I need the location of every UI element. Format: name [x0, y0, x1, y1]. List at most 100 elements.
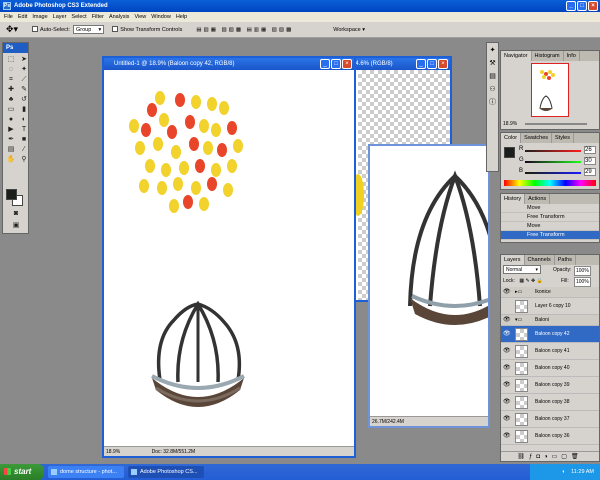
tab-color[interactable]: Color [501, 133, 522, 143]
hand-tool-icon[interactable]: ✋ [5, 155, 17, 164]
visibility-eye-icon[interactable]: 👁 [503, 428, 511, 445]
color-spectrum-bar[interactable] [504, 180, 596, 186]
doc-minimize-button[interactable]: _ [320, 59, 330, 69]
auto-select-checkbox[interactable] [32, 26, 40, 33]
blue-value[interactable]: 29 [584, 168, 596, 176]
path-selection-icon[interactable]: ▶ [5, 125, 17, 134]
history-item-selected[interactable]: Free Transform [501, 231, 599, 240]
new-group-icon[interactable]: ▭ [552, 454, 562, 460]
adjustment-layer-icon[interactable]: ◑ [544, 454, 552, 460]
visibility-eye-icon[interactable]: 👁 [503, 411, 511, 428]
history-item[interactable]: Move [501, 222, 599, 231]
shape-tool-icon[interactable]: ■ [18, 135, 30, 144]
new-layer-icon[interactable]: ▢ [561, 454, 571, 460]
menu-analysis[interactable]: Analysis [109, 12, 129, 22]
close-button[interactable]: × [588, 1, 598, 11]
navigator-zoom[interactable]: 18.9% [503, 121, 517, 127]
move-tool-icon[interactable]: ✥▾ [6, 24, 24, 35]
main-document-window[interactable]: Untitled-1 @ 18.9% (Baloon copy 42, RGB/… [102, 56, 356, 458]
tool-presets-icon[interactable]: ⚒ [487, 58, 498, 69]
history-brush-icon[interactable]: ↺ [18, 95, 30, 104]
doc-back-maximize-button[interactable]: □ [427, 59, 437, 69]
menu-edit[interactable]: Edit [18, 12, 27, 22]
pen-tool-icon[interactable]: ✒ [5, 135, 17, 144]
doc-close-button[interactable]: × [342, 59, 352, 69]
doc-info[interactable]: Doc: 32.8M/551.2M [152, 449, 196, 455]
taskbar-item-active[interactable]: Adobe Photoshop CS... [128, 466, 204, 478]
blue-slider[interactable] [525, 172, 581, 174]
start-button[interactable]: start [0, 464, 44, 480]
fill-value[interactable]: 100% [574, 277, 591, 287]
menu-help[interactable]: Help [176, 12, 187, 22]
visibility-eye-icon[interactable]: 👁 [503, 394, 511, 411]
foreground-color-swatch[interactable] [6, 189, 17, 200]
zoom-level[interactable]: 18.9% [106, 449, 120, 455]
visibility-eye-icon[interactable]: 👁 [503, 315, 511, 326]
healing-brush-icon[interactable]: ✚ [5, 85, 17, 94]
layer-comps-icon[interactable]: ▤ [487, 71, 498, 82]
visibility-eye-icon[interactable]: 👁 [503, 326, 511, 343]
brushes-icon[interactable]: ✦ [487, 45, 498, 56]
menu-view[interactable]: View [134, 12, 146, 22]
green-value[interactable]: 30 [584, 157, 596, 165]
lock-icons[interactable]: ▦ ✎ ✥ 🔒 [519, 278, 543, 284]
maximize-button[interactable]: □ [577, 1, 587, 11]
menu-select[interactable]: Select [71, 12, 86, 22]
layer-row[interactable]: 👁 Baloon copy 40 [501, 360, 599, 377]
red-value[interactable]: 26 [584, 146, 596, 154]
green-slider[interactable] [525, 161, 581, 163]
slice-tool-icon[interactable]: ⟋ [18, 75, 30, 84]
menu-layer[interactable]: Layer [53, 12, 67, 22]
doc-maximize-button[interactable]: □ [331, 59, 341, 69]
gradient-tool-icon[interactable]: ▮ [18, 105, 30, 114]
layer-row-selected[interactable]: 👁 Baloon copy 42 [501, 326, 599, 343]
taskbar-item[interactable]: dome structure - phot... [48, 466, 124, 478]
visibility-eye-icon[interactable]: 👁 [503, 287, 511, 298]
tab-styles[interactable]: Styles [552, 133, 574, 143]
move-tool-icon[interactable]: ➤ [18, 55, 30, 64]
layer-row[interactable]: 👁 Baloon copy 38 [501, 394, 599, 411]
tab-channels[interactable]: Channels [525, 255, 555, 265]
info-icon[interactable]: ⓘ [487, 97, 498, 108]
clone-source-icon[interactable]: ⚇ [487, 84, 498, 95]
minimize-button[interactable]: _ [566, 1, 576, 11]
workspace-button[interactable]: Workspace ▾ [333, 27, 365, 33]
tab-info[interactable]: Info [564, 51, 580, 61]
menu-file[interactable]: File [4, 12, 13, 22]
blur-tool-icon[interactable]: ● [5, 115, 17, 124]
history-item[interactable]: Move [501, 204, 599, 213]
menu-image[interactable]: Image [32, 12, 47, 22]
tab-swatches[interactable]: Swatches [521, 133, 553, 143]
visibility-eye-icon[interactable]: 👁 [503, 343, 511, 360]
show-transform-checkbox[interactable] [112, 26, 120, 33]
tab-histogram[interactable]: Histogram [532, 51, 564, 61]
brush-tool-icon[interactable]: ✎ [18, 85, 30, 94]
link-layers-icon[interactable]: ⛓ [517, 454, 529, 460]
tray-icon[interactable]: ◐ [562, 469, 565, 475]
visibility-eye-icon[interactable]: 👁 [503, 377, 511, 394]
magic-wand-icon[interactable]: ✦ [18, 65, 30, 74]
red-slider[interactable] [525, 150, 581, 152]
history-item[interactable]: Free Transform [501, 213, 599, 222]
delete-layer-icon[interactable]: 🗑 [571, 454, 583, 460]
navigator-zoom-slider[interactable] [525, 123, 587, 125]
quick-mask-icon[interactable]: ◙ [10, 209, 22, 218]
type-tool-icon[interactable]: T [18, 125, 30, 134]
eraser-tool-icon[interactable]: ▭ [5, 105, 17, 114]
auto-select-dropdown[interactable]: Group [72, 25, 105, 34]
zoom-tool-icon[interactable]: ⚲ [18, 155, 30, 164]
eyedropper-icon[interactable]: ⁄ [18, 145, 30, 154]
notes-tool-icon[interactable]: ▤ [5, 145, 17, 154]
layer-row[interactable]: 👁 Baloon copy 39 [501, 377, 599, 394]
layer-row[interactable]: 👁 Baloon copy 41 [501, 343, 599, 360]
clone-stamp-icon[interactable]: ♣ [5, 95, 17, 104]
crop-tool-icon[interactable]: ⌗ [5, 75, 17, 84]
layer-row[interactable]: 👁 Baloon copy 37 [501, 411, 599, 428]
visibility-eye-icon[interactable]: 👁 [503, 360, 511, 377]
tab-history[interactable]: History [501, 194, 526, 204]
layer-group-row[interactable]: 👁 ▾▭ Baloni [501, 315, 599, 326]
navigator-thumbnail[interactable] [531, 63, 569, 117]
doc-back-minimize-button[interactable]: _ [416, 59, 426, 69]
layer-group-row[interactable]: 👁 ▸▭ Ikonice [501, 287, 599, 298]
doc-back-close-button[interactable]: × [438, 59, 448, 69]
